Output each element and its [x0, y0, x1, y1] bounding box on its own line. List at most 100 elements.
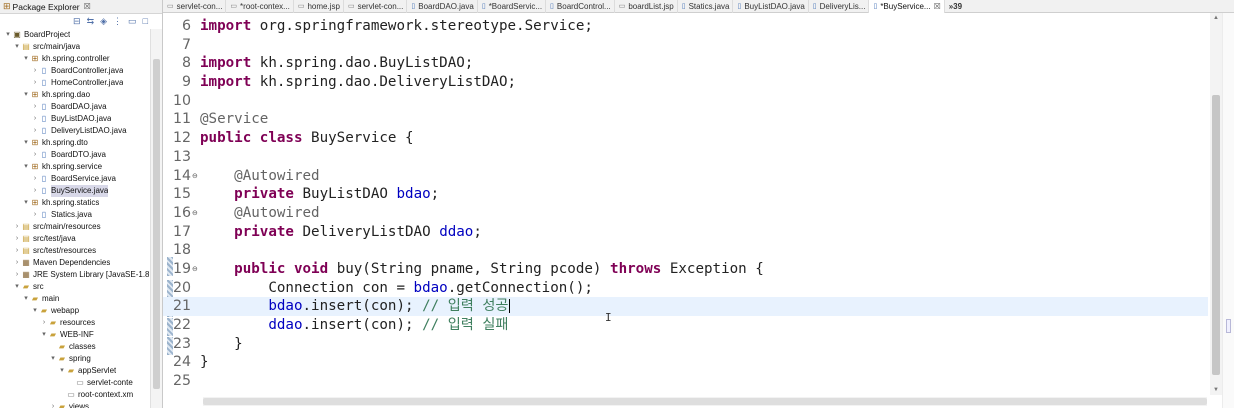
- code-line[interactable]: 13: [163, 148, 1208, 167]
- tree-item[interactable]: ▾ ▰ WEB-INF: [0, 329, 150, 341]
- editor-tab[interactable]: ▯ BuyListDAO.java: [733, 0, 809, 13]
- code-line[interactable]: 23 }: [163, 335, 1208, 354]
- tree-item[interactable]: ▰ classes: [0, 341, 150, 353]
- collapse-all-icon[interactable]: ⊟: [73, 16, 81, 27]
- scroll-up-icon[interactable]: ▲: [1210, 13, 1222, 23]
- tree-item[interactable]: ▭ root-context.xm: [0, 389, 150, 401]
- expand-arrow-icon[interactable]: ›: [31, 65, 39, 77]
- tree-item[interactable]: › ▯ BoardController.java: [0, 65, 150, 77]
- package-explorer-title[interactable]: Package Explorer: [13, 2, 80, 12]
- editor-tab[interactable]: ▭ *root-contex...: [226, 0, 294, 13]
- tree-item[interactable]: ▾ ▰ appServlet: [0, 365, 150, 377]
- collapse-arrow-icon[interactable]: ▾: [31, 305, 39, 317]
- code-lines[interactable]: 6 import org.springframework.stereotype.S…: [163, 17, 1208, 391]
- tree-item[interactable]: › ▦ JRE System Library [JavaSE-1.8: [0, 269, 150, 281]
- link-with-editor-icon[interactable]: ⇆: [87, 16, 95, 27]
- code-line[interactable]: 6 import org.springframework.stereotype.S…: [163, 17, 1208, 36]
- code-line[interactable]: 11 @Service: [163, 110, 1208, 129]
- collapse-arrow-icon[interactable]: ▾: [40, 329, 48, 341]
- code-line[interactable]: 22 ddao.insert(con); // 입력 실패: [163, 316, 1208, 335]
- overview-ruler[interactable]: [1222, 13, 1234, 408]
- collapse-arrow-icon[interactable]: ▾: [49, 353, 57, 365]
- tree-item[interactable]: › ▯ DeliveryListDAO.java: [0, 125, 150, 137]
- editor-tab[interactable]: ▭ servlet-con...: [344, 0, 408, 13]
- minimize-icon[interactable]: ▭: [128, 16, 137, 27]
- editor-tab[interactable]: ▯ *BuyService... ☒: [869, 0, 945, 13]
- code-line[interactable]: 18: [163, 241, 1208, 260]
- tree-item[interactable]: ▾ ▣ BoardProject: [0, 29, 150, 41]
- tree-item[interactable]: › ▯ BoardDTO.java: [0, 149, 150, 161]
- collapse-arrow-icon[interactable]: ▾: [22, 293, 30, 305]
- tab-overflow-button[interactable]: »39: [945, 0, 965, 13]
- tree-item[interactable]: › ▯ HomeController.java: [0, 77, 150, 89]
- code-line[interactable]: 10: [163, 92, 1208, 111]
- collapse-arrow-icon[interactable]: ▾: [13, 41, 21, 53]
- expand-arrow-icon[interactable]: ›: [31, 173, 39, 185]
- expand-arrow-icon[interactable]: ›: [31, 101, 39, 113]
- tree-item[interactable]: › ▯ Statics.java: [0, 209, 150, 221]
- code-line[interactable]: 16 ⊖ @Autowired: [163, 204, 1208, 223]
- overview-ruler-marker[interactable]: [1226, 319, 1231, 333]
- tree-item[interactable]: › ▤ src/main/resources: [0, 221, 150, 233]
- editor-hscroll-thumb[interactable]: [203, 398, 1207, 405]
- tree-item[interactable]: ▾ ⊞ kh.spring.service: [0, 161, 150, 173]
- expand-arrow-icon[interactable]: ›: [31, 209, 39, 221]
- editor-scrollbar-thumb[interactable]: [1212, 95, 1220, 375]
- code-line[interactable]: 15 private BuyListDAO bdao;: [163, 185, 1208, 204]
- expand-arrow-icon[interactable]: ›: [13, 245, 21, 257]
- code-line[interactable]: 24}: [163, 353, 1208, 372]
- collapse-arrow-icon[interactable]: ▾: [22, 89, 30, 101]
- tree-item[interactable]: › ▤ src/test/java: [0, 233, 150, 245]
- tree-item[interactable]: › ▯ BuyService.java: [0, 185, 150, 197]
- collapse-arrow-icon[interactable]: ▾: [22, 161, 30, 173]
- tree-item[interactable]: ▾ ⊞ kh.spring.controller: [0, 53, 150, 65]
- tree-item[interactable]: ▾ ⊞ kh.spring.statics: [0, 197, 150, 209]
- scroll-down-icon[interactable]: ▼: [1210, 385, 1222, 395]
- expand-arrow-icon[interactable]: ›: [31, 185, 39, 197]
- tree-item[interactable]: ▾ ▰ webapp: [0, 305, 150, 317]
- expand-arrow-icon[interactable]: ›: [13, 257, 21, 269]
- code-line[interactable]: 7: [163, 36, 1208, 55]
- editor-tab[interactable]: ▯ Statics.java: [678, 0, 734, 13]
- tree-item[interactable]: › ▯ BuyListDAO.java: [0, 113, 150, 125]
- expand-arrow-icon[interactable]: ›: [31, 125, 39, 137]
- editor-horizontal-scrollbar[interactable]: [203, 397, 1207, 406]
- code-editor[interactable]: 6 import org.springframework.stereotype.S…: [163, 13, 1234, 408]
- maximize-icon[interactable]: □: [143, 16, 148, 26]
- expand-arrow-icon[interactable]: ›: [49, 401, 57, 408]
- tree-item[interactable]: ▾ ⊞ kh.spring.dao: [0, 89, 150, 101]
- editor-tab[interactable]: ▭ servlet-con...: [163, 0, 227, 13]
- code-line[interactable]: 12 public class BuyService {: [163, 129, 1208, 148]
- code-line[interactable]: 20 Connection con = bdao.getConnection()…: [163, 279, 1208, 298]
- code-line[interactable]: 19 ⊖ public void buy(String pname, String…: [163, 260, 1208, 279]
- close-icon[interactable]: ☒: [84, 2, 91, 11]
- expand-arrow-icon[interactable]: ›: [13, 269, 21, 281]
- expand-arrow-icon[interactable]: ›: [31, 113, 39, 125]
- fold-toggle-icon[interactable]: ⊖: [192, 260, 198, 279]
- expand-arrow-icon[interactable]: ›: [31, 77, 39, 89]
- code-line[interactable]: 14 ⊖ @Autowired: [163, 167, 1208, 186]
- fold-toggle-icon[interactable]: ⊖: [192, 204, 198, 223]
- editor-tab[interactable]: ▯ BoardControl...: [546, 0, 615, 13]
- tree-item[interactable]: › ▰ views: [0, 401, 150, 408]
- code-line[interactable]: 25: [163, 372, 1208, 391]
- expand-arrow-icon[interactable]: ›: [40, 317, 48, 329]
- collapse-arrow-icon[interactable]: ▾: [4, 29, 12, 41]
- code-line[interactable]: 17 private DeliveryListDAO ddao;: [163, 223, 1208, 242]
- focus-icon[interactable]: ◈: [100, 16, 107, 27]
- explorer-scrollbar-thumb[interactable]: [153, 59, 160, 389]
- collapse-arrow-icon[interactable]: ▾: [58, 365, 66, 377]
- expand-arrow-icon[interactable]: ›: [31, 149, 39, 161]
- tree-item[interactable]: ▭ servlet-conte: [0, 377, 150, 389]
- tree-item[interactable]: ▾ ▰ spring: [0, 353, 150, 365]
- tree-item[interactable]: › ▯ BoardDAO.java: [0, 101, 150, 113]
- tree-item[interactable]: › ▦ Maven Dependencies: [0, 257, 150, 269]
- editor-tab[interactable]: ▭ boardList.jsp: [615, 0, 678, 13]
- editor-tab[interactable]: ▯ DeliveryLis...: [809, 0, 870, 13]
- fold-toggle-icon[interactable]: ⊖: [192, 167, 198, 186]
- collapse-arrow-icon[interactable]: ▾: [22, 197, 30, 209]
- collapse-arrow-icon[interactable]: ▾: [22, 137, 30, 149]
- collapse-arrow-icon[interactable]: ▾: [13, 281, 21, 293]
- editor-tab[interactable]: ▭ home.jsp: [294, 0, 344, 13]
- code-line[interactable]: 9 import kh.spring.dao.DeliveryListDAO;: [163, 73, 1208, 92]
